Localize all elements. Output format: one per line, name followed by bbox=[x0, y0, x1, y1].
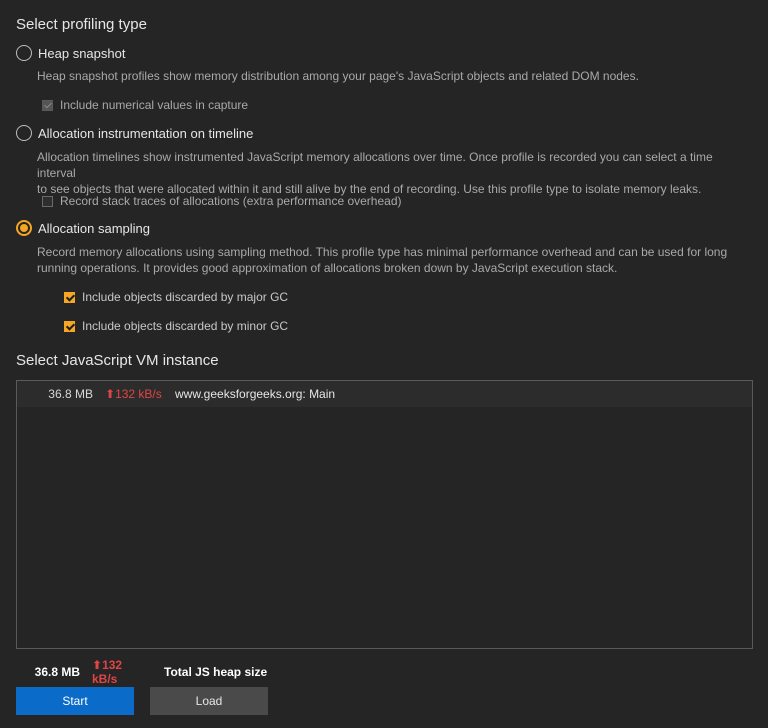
allocation-timeline-description: Allocation timelines show instrumented J… bbox=[37, 149, 737, 197]
description-line: Allocation timelines show instrumented J… bbox=[37, 150, 713, 180]
vm-rate-value: 132 kB/s bbox=[115, 387, 162, 401]
vm-heap-size: 36.8 MB bbox=[48, 387, 93, 401]
include-major-gc-checkbox[interactable]: Include objects discarded by major GC bbox=[64, 290, 288, 304]
include-minor-gc-checkbox[interactable]: Include objects discarded by minor GC bbox=[64, 319, 288, 333]
allocation-sampling-description: Record memory allocations using sampling… bbox=[37, 244, 737, 276]
option-label: Allocation instrumentation on timeline bbox=[38, 125, 254, 141]
radio-heap-snapshot[interactable]: Heap snapshot bbox=[16, 45, 125, 61]
vm-instance-list[interactable]: 36.8 MB ⬆132 kB/s www.geeksforgeeks.org:… bbox=[16, 380, 753, 649]
load-button[interactable]: Load bbox=[150, 687, 268, 715]
checkbox-checked-icon[interactable] bbox=[64, 320, 75, 332]
include-numerical-values-checkbox[interactable]: Include numerical values in capture bbox=[42, 98, 248, 112]
description-line: running operations. It provides good app… bbox=[37, 261, 618, 275]
arrow-up-icon: ⬆ bbox=[105, 387, 116, 401]
radio-button-icon[interactable] bbox=[16, 45, 32, 61]
checkbox-label: Include objects discarded by minor GC bbox=[82, 319, 289, 333]
checkbox-checked-icon[interactable] bbox=[64, 291, 75, 303]
checkbox-label: Include numerical values in capture bbox=[60, 98, 249, 112]
checkbox-icon[interactable] bbox=[42, 195, 53, 207]
profiling-type-title: Select profiling type bbox=[16, 16, 147, 33]
record-stack-traces-checkbox[interactable]: Record stack traces of allocations (extr… bbox=[42, 194, 402, 208]
vm-instance-row[interactable]: 36.8 MB ⬆132 kB/s www.geeksforgeeks.org:… bbox=[17, 381, 752, 407]
radio-allocation-timeline[interactable]: Allocation instrumentation on timeline bbox=[16, 125, 253, 141]
memory-profiler-panel: Select profiling type Heap snapshot Heap… bbox=[0, 0, 768, 728]
description-line: Record memory allocations using sampling… bbox=[37, 245, 728, 259]
heap-summary: 36.8 MB ⬆132 kB/s Total JS heap size bbox=[16, 658, 268, 686]
heap-snapshot-description: Heap snapshot profiles show memory distr… bbox=[37, 69, 639, 83]
total-heap-label: Total JS heap size bbox=[164, 665, 268, 679]
start-button[interactable]: Start bbox=[16, 687, 134, 715]
checkbox-icon[interactable] bbox=[42, 99, 53, 111]
option-label: Allocation sampling bbox=[38, 220, 151, 236]
checkbox-label: Record stack traces of allocations (extr… bbox=[60, 194, 402, 208]
total-allocation-rate: ⬆132 kB/s bbox=[92, 658, 150, 686]
vm-instance-title: Select JavaScript VM instance bbox=[16, 352, 219, 369]
vm-instance-name: www.geeksforgeeks.org: Main bbox=[175, 387, 336, 401]
radio-button-selected-icon[interactable] bbox=[16, 220, 32, 236]
total-heap-size: 36.8 MB bbox=[34, 665, 80, 679]
checkbox-label: Include objects discarded by major GC bbox=[82, 290, 289, 304]
option-label: Heap snapshot bbox=[38, 45, 126, 61]
vm-allocation-rate: ⬆132 kB/s bbox=[105, 387, 163, 401]
arrow-up-icon: ⬆ bbox=[92, 658, 103, 672]
radio-allocation-sampling[interactable]: Allocation sampling bbox=[16, 220, 150, 236]
radio-button-icon[interactable] bbox=[16, 125, 32, 141]
